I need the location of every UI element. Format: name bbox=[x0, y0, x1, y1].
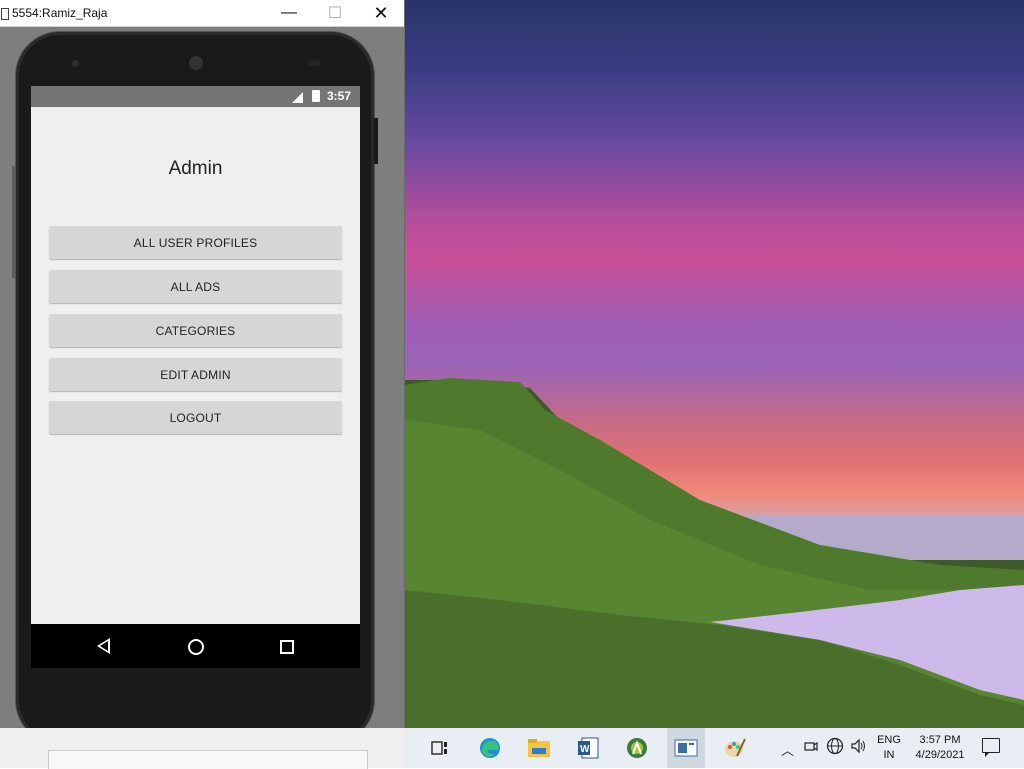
phone-power-button[interactable] bbox=[374, 118, 378, 164]
language-code: ENG bbox=[877, 734, 901, 746]
android-nav-bar bbox=[31, 624, 360, 668]
minimize-button[interactable]: — bbox=[266, 0, 312, 26]
region-code: IN bbox=[883, 749, 895, 761]
svg-text:W: W bbox=[580, 744, 590, 755]
earpiece-speaker-icon bbox=[189, 56, 203, 70]
all-ads-button[interactable]: ALL ADS bbox=[49, 270, 342, 303]
logout-button[interactable]: LOGOUT bbox=[49, 401, 342, 434]
status-time: 3:57 bbox=[327, 89, 352, 103]
task-view-icon[interactable] bbox=[426, 734, 454, 762]
notification-center-icon[interactable] bbox=[982, 738, 1000, 757]
emulator-window: 5554:Ramiz_Raja — ☐ ✕ 3:57 Admin ALL USE… bbox=[0, 0, 405, 744]
front-camera-icon bbox=[72, 60, 79, 67]
window-title: 5554:Ramiz_Raja bbox=[12, 6, 108, 20]
back-icon[interactable] bbox=[97, 638, 110, 654]
recents-icon[interactable] bbox=[280, 640, 294, 654]
edge-icon[interactable] bbox=[476, 734, 504, 762]
file-explorer-icon[interactable] bbox=[525, 734, 553, 762]
meet-now-icon[interactable] bbox=[804, 739, 818, 756]
battery-icon bbox=[312, 90, 320, 102]
volume-icon[interactable] bbox=[850, 738, 868, 757]
clock-date: 4/29/2021 bbox=[915, 749, 965, 761]
windows-taskbar: W ︿ ENG IN 3:57 PM 4/29/2021 bbox=[0, 728, 1024, 769]
taskbar-search-strip[interactable] bbox=[48, 750, 368, 769]
edit-admin-button[interactable]: EDIT ADMIN bbox=[49, 358, 342, 391]
categories-button[interactable]: CATEGORIES bbox=[49, 314, 342, 347]
word-icon[interactable]: W bbox=[574, 734, 602, 762]
android-studio-icon[interactable] bbox=[623, 734, 651, 762]
taskbar-clock[interactable]: 3:57 PM 4/29/2021 bbox=[912, 733, 968, 763]
home-icon[interactable] bbox=[188, 639, 204, 655]
page-title: Admin bbox=[168, 158, 223, 179]
phone-screen: 3:57 Admin ALL USER PROFILES ALL ADS CAT… bbox=[31, 86, 360, 668]
chevron-up-icon[interactable]: ︿ bbox=[781, 740, 794, 759]
all-user-profiles-button[interactable]: ALL USER PROFILES bbox=[49, 226, 342, 259]
signal-icon bbox=[292, 92, 303, 103]
network-globe-icon[interactable] bbox=[826, 737, 844, 760]
maximize-button[interactable]: ☐ bbox=[312, 0, 358, 26]
emulator-taskbar-icon[interactable] bbox=[667, 728, 705, 768]
paint-icon[interactable] bbox=[721, 734, 749, 762]
clock-time: 3:57 PM bbox=[919, 734, 961, 746]
emulator-app-icon bbox=[1, 8, 9, 20]
android-status-bar: 3:57 bbox=[31, 86, 360, 107]
proximity-sensor bbox=[308, 60, 320, 66]
taskbar-left-region bbox=[0, 728, 404, 769]
input-language-indicator[interactable]: ENG IN bbox=[876, 733, 902, 763]
window-titlebar[interactable]: 5554:Ramiz_Raja — ☐ ✕ bbox=[0, 0, 404, 27]
close-button[interactable]: ✕ bbox=[358, 0, 404, 26]
